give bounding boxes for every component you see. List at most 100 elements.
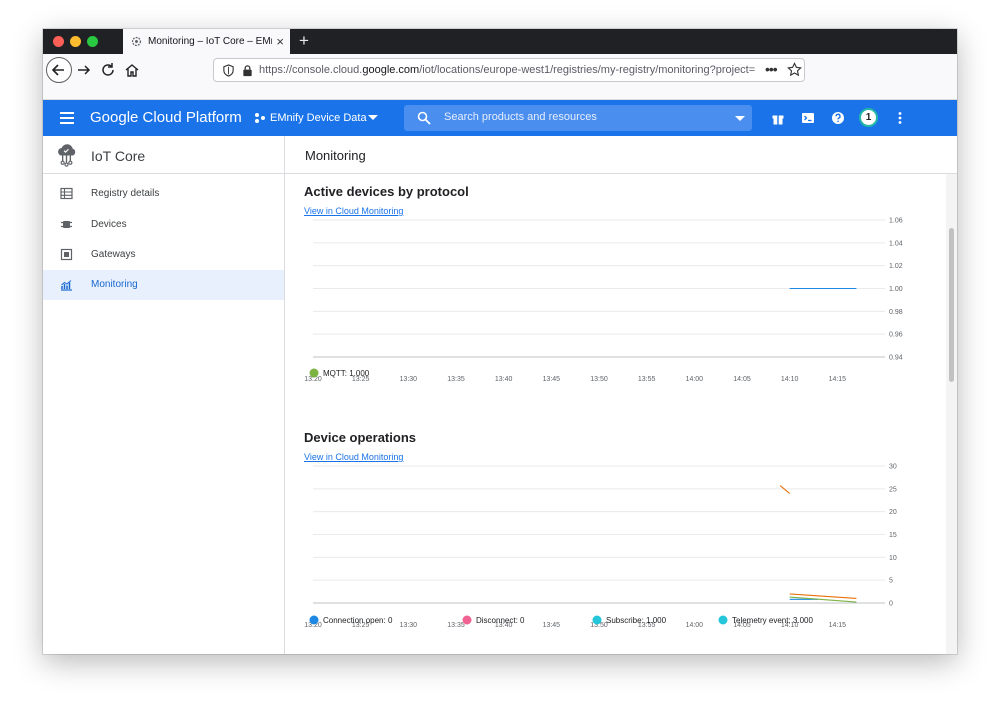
- sidebar-item-monitoring[interactable]: Monitoring: [43, 270, 284, 300]
- close-window-button[interactable]: [53, 36, 64, 47]
- y-tick-label: 0.98: [889, 309, 903, 316]
- legend-label: Connection open: 0: [323, 616, 393, 625]
- notifications-badge[interactable]: 1: [859, 108, 878, 127]
- browser-window: Monitoring – IoT Core – EMnify Device Da…: [43, 29, 957, 654]
- legend-label: Telemetry event: 3.000: [732, 616, 813, 625]
- url-prefix: https://console.cloud.: [259, 64, 363, 76]
- sidebar-item-gateways[interactable]: Gateways: [43, 240, 284, 270]
- url-text[interactable]: https://console.cloud.google.com/iot/loc…: [259, 64, 757, 76]
- legend-label: Subscribe: 1.000: [606, 616, 667, 625]
- navigation-bar: https://console.cloud.google.com/iot/loc…: [43, 54, 957, 100]
- y-tick-label: 0: [889, 601, 893, 608]
- x-tick-label: 14:15: [829, 376, 847, 383]
- help-icon[interactable]: [831, 111, 845, 125]
- sidebar-item-label: Registry details: [91, 188, 160, 199]
- iot-core-icon: [58, 144, 76, 167]
- sidebar-item-label: Monitoring: [91, 279, 138, 290]
- sidebar-item-registry-details[interactable]: Registry details: [43, 179, 284, 209]
- x-tick-label: 13:35: [447, 376, 465, 383]
- url-host: google.com: [362, 64, 420, 76]
- y-tick-label: 20: [889, 509, 897, 516]
- more-vert-icon[interactable]: [893, 111, 907, 125]
- forward-button[interactable]: [76, 62, 92, 78]
- x-tick-label: 13:55: [638, 376, 656, 383]
- legend-label: MQTT: 1.000: [323, 369, 370, 378]
- new-tab-button[interactable]: +: [299, 31, 309, 51]
- menu-icon[interactable]: [60, 112, 74, 124]
- home-icon: [125, 64, 139, 77]
- chart-active-devices-svg: 1.061.041.021.000.980.960.9413:20 13:25 13…: [304, 218, 903, 384]
- chart-active-devices: 1.06 1.04 1.02 1.00 0.98 0.96 0.94 13:20 13:25 13…: [285, 214, 946, 424]
- y-tick-label: 1.00: [889, 286, 903, 293]
- x-tick-label: 14:00: [686, 622, 704, 629]
- scrollbar-thumb[interactable]: [949, 228, 954, 382]
- main-panel: Monitoring Active devices by protocol Vi…: [285, 136, 957, 654]
- tab-title: Monitoring – IoT Core – EMnify Device Da…: [148, 36, 272, 47]
- back-button[interactable]: [46, 57, 72, 83]
- vertical-scrollbar[interactable]: [946, 174, 957, 654]
- gateway-icon: [60, 248, 73, 261]
- reload-button[interactable]: [100, 62, 116, 78]
- y-tick-label: 1.06: [889, 218, 903, 225]
- legend-swatch: [462, 615, 472, 625]
- project-icon: [255, 113, 265, 123]
- gcp-header: Google Cloud Platform EMnify Device Data: [43, 100, 957, 136]
- x-tick-label: 13:40: [495, 376, 513, 383]
- tab-strip: Monitoring – IoT Core – EMnify Device Da…: [43, 29, 957, 54]
- sidebar-item-label: Devices: [91, 219, 127, 230]
- page-title: Monitoring: [305, 148, 366, 163]
- chart-title: Device operations: [304, 430, 416, 445]
- gift-icon[interactable]: [771, 111, 785, 125]
- chart-icon: [61, 280, 72, 291]
- zoom-window-button[interactable]: [87, 36, 98, 47]
- search-icon: [417, 111, 431, 125]
- shield-icon: [223, 64, 234, 77]
- main-header: Monitoring: [285, 136, 957, 174]
- y-tick-label: 25: [889, 486, 897, 493]
- y-tick-label: 15: [889, 532, 897, 539]
- monitoring-content: Active devices by protocol View in Cloud…: [285, 174, 946, 654]
- browser-tab[interactable]: Monitoring – IoT Core – EMnify Device Da…: [123, 29, 290, 54]
- lock-icon: [243, 65, 252, 77]
- x-tick-label: 13:45: [543, 622, 561, 629]
- y-tick-label: 0.96: [889, 332, 903, 339]
- gcp-title[interactable]: Google Cloud Platform: [90, 109, 242, 126]
- project-dropdown-icon[interactable]: [368, 115, 378, 120]
- legend-swatch: [718, 615, 728, 625]
- sidebar-item-devices[interactable]: Devices: [43, 210, 284, 240]
- back-arrow-icon: [51, 64, 64, 76]
- minimize-window-button[interactable]: [70, 36, 81, 47]
- home-button[interactable]: [124, 62, 140, 78]
- product-title: IoT Core: [91, 148, 146, 164]
- y-tick-label: 10: [889, 555, 897, 562]
- x-tick-label: 13:45: [543, 376, 561, 383]
- chip-icon: [61, 221, 72, 228]
- x-tick-label: 14:00: [686, 376, 704, 383]
- cloud-shell-icon[interactable]: [801, 111, 815, 125]
- forward-arrow-icon: [78, 65, 91, 75]
- y-tick-label: 5: [889, 578, 893, 585]
- x-tick-label: 13:50: [590, 376, 608, 383]
- y-tick-label: 1.02: [889, 263, 903, 270]
- chart-title: Active devices by protocol: [304, 184, 469, 199]
- y-tick-label: 0.94: [889, 355, 903, 362]
- sidebar-header: IoT Core: [43, 136, 284, 174]
- search-dropdown-icon[interactable]: [735, 116, 745, 121]
- chart-device-operations-svg: 30252015105013:20 13:25 13:30 13:35 13:40 13:…: [304, 464, 897, 630]
- project-selector[interactable]: EMnify Device Data: [270, 112, 367, 124]
- legend-label: Disconnect: 0: [476, 616, 525, 625]
- close-tab-icon[interactable]: ×: [276, 35, 284, 48]
- sidebar: IoT Core Registry details Devices Gatewa…: [43, 136, 285, 654]
- legend-swatch: [592, 615, 602, 625]
- legend-swatch: [309, 615, 319, 625]
- gear-icon: [131, 36, 142, 47]
- url-path: /iot/locations/europe-west1/registries/m…: [419, 64, 756, 76]
- y-tick-label: 1.04: [889, 240, 903, 247]
- x-tick-label: 14:15: [829, 622, 847, 629]
- address-bar[interactable]: https://console.cloud.google.com/iot/loc…: [213, 58, 805, 82]
- search-input[interactable]: [444, 111, 724, 123]
- search-box: [404, 105, 752, 131]
- bookmark-star-icon[interactable]: [787, 62, 802, 77]
- page-actions-button[interactable]: •••: [765, 61, 778, 77]
- x-tick-label: 13:30: [400, 376, 418, 383]
